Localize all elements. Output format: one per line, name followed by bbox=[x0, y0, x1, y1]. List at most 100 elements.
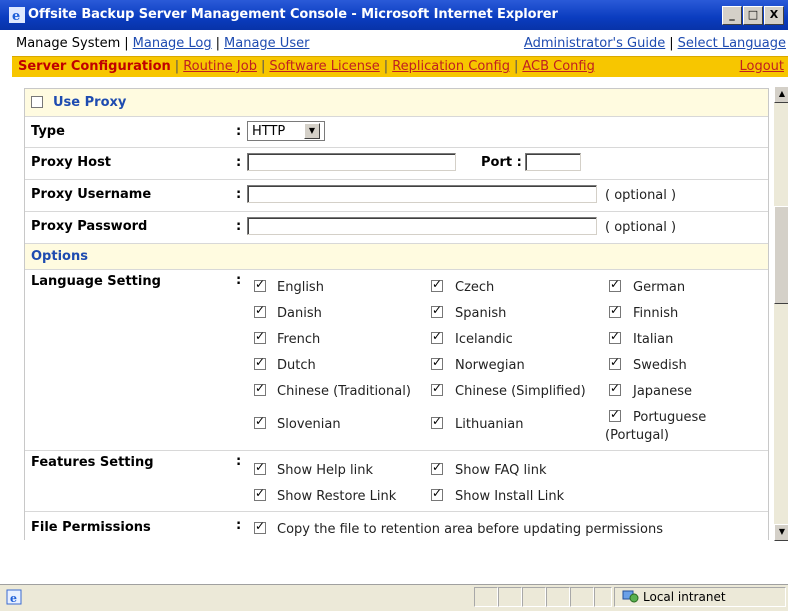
checkbox-czech[interactable] bbox=[431, 277, 443, 292]
optional-hint: ( optional ) bbox=[605, 188, 677, 203]
label-slovenian: Slovenian bbox=[277, 417, 341, 432]
svg-text:e: e bbox=[12, 9, 20, 23]
type-row: Type : HTTP ▼ bbox=[25, 117, 768, 148]
intranet-icon bbox=[622, 590, 639, 603]
status-segment bbox=[474, 587, 498, 607]
tab-software-license[interactable]: Software License bbox=[269, 59, 379, 74]
language-setting-row: Language Setting : English Czech German … bbox=[25, 270, 768, 451]
vertical-scrollbar[interactable]: ▲ ▼ bbox=[774, 86, 788, 541]
label-chinese-traditional: Chinese (Traditional) bbox=[277, 384, 411, 399]
checkbox-chinese-traditional[interactable] bbox=[254, 381, 266, 396]
proxy-host-label: Proxy Host bbox=[31, 155, 112, 170]
checkbox-german[interactable] bbox=[609, 277, 621, 292]
label-lithuanian: Lithuanian bbox=[455, 417, 524, 432]
scroll-down-icon[interactable]: ▼ bbox=[774, 524, 788, 541]
checkbox-norwegian[interactable] bbox=[431, 355, 443, 370]
checkbox-show-help-link[interactable] bbox=[254, 460, 266, 475]
settings-panel: Use Proxy Type : HTTP ▼ Proxy Host : Por… bbox=[24, 88, 769, 540]
type-select-value: HTTP bbox=[252, 123, 286, 139]
separator: | bbox=[383, 59, 389, 74]
checkbox-icelandic[interactable] bbox=[431, 329, 443, 344]
label-show-restore-link: Show Restore Link bbox=[277, 489, 397, 504]
label-danish: Danish bbox=[277, 306, 322, 321]
top-nav: Manage System | Manage Log | Manage User Adm… bbox=[0, 34, 788, 54]
label-english: English bbox=[277, 280, 324, 295]
checkbox-chinese-simplified[interactable] bbox=[431, 381, 443, 396]
tab-routine-job[interactable]: Routine Job bbox=[183, 59, 257, 74]
checkbox-spanish[interactable] bbox=[431, 303, 443, 318]
svg-text:e: e bbox=[10, 592, 17, 605]
label-show-help-link: Show Help link bbox=[277, 463, 373, 478]
close-button[interactable]: X bbox=[764, 6, 784, 25]
type-select[interactable]: HTTP ▼ bbox=[247, 121, 325, 141]
security-zone-label: Local intranet bbox=[643, 590, 726, 604]
checkbox-french[interactable] bbox=[254, 329, 266, 344]
content-area: Use Proxy Type : HTTP ▼ Proxy Host : Por… bbox=[12, 78, 774, 540]
proxy-host-row: Proxy Host : Port : bbox=[25, 148, 768, 180]
colon: : bbox=[236, 187, 242, 202]
label-show-faq-link: Show FAQ link bbox=[455, 463, 547, 478]
checkbox-copy-retention[interactable] bbox=[254, 519, 266, 534]
label-portuguese: Portuguese bbox=[633, 410, 707, 425]
status-bar: e Local intranet bbox=[0, 584, 788, 611]
ie-logo-icon: e bbox=[9, 7, 25, 23]
nav-manage-log[interactable]: Manage Log bbox=[133, 36, 212, 51]
checkbox-show-restore-link[interactable] bbox=[254, 486, 266, 501]
separator: | bbox=[124, 36, 129, 51]
proxy-password-input[interactable] bbox=[247, 217, 597, 235]
nav-admin-guide[interactable]: Administrator's Guide bbox=[524, 36, 665, 51]
checkbox-slovenian[interactable] bbox=[254, 414, 266, 429]
tab-server-configuration[interactable]: Server Configuration bbox=[18, 59, 171, 74]
nav-manage-user[interactable]: Manage User bbox=[224, 36, 309, 51]
checkbox-danish[interactable] bbox=[254, 303, 266, 318]
separator: | bbox=[260, 59, 266, 74]
features-setting-label: Features Setting bbox=[31, 455, 154, 470]
use-proxy-row: Use Proxy bbox=[25, 89, 768, 117]
checkbox-swedish[interactable] bbox=[609, 355, 621, 370]
status-segment bbox=[522, 587, 546, 607]
label-japanese: Japanese bbox=[633, 384, 693, 399]
options-title: Options bbox=[31, 249, 88, 264]
checkbox-dutch[interactable] bbox=[254, 355, 266, 370]
use-proxy-checkbox[interactable] bbox=[31, 96, 43, 108]
checkbox-japanese[interactable] bbox=[609, 381, 621, 396]
separator: | bbox=[513, 59, 519, 74]
scroll-up-icon[interactable]: ▲ bbox=[774, 86, 788, 103]
tab-replication-config[interactable]: Replication Config bbox=[392, 59, 510, 74]
port-input[interactable] bbox=[525, 153, 581, 171]
proxy-username-label: Proxy Username bbox=[31, 187, 152, 202]
file-permissions-label: File Permissions bbox=[31, 520, 151, 535]
label-norwegian: Norwegian bbox=[455, 358, 525, 373]
colon: : bbox=[236, 273, 242, 288]
checkbox-show-install-link[interactable] bbox=[431, 486, 443, 501]
proxy-host-input[interactable] bbox=[247, 153, 456, 171]
maximize-button[interactable]: □ bbox=[743, 6, 763, 25]
use-proxy-label: Use Proxy bbox=[53, 95, 127, 110]
checkbox-portuguese[interactable] bbox=[609, 407, 621, 422]
checkbox-finnish[interactable] bbox=[609, 303, 621, 318]
nav-manage-system[interactable]: Manage System bbox=[16, 36, 120, 51]
scroll-thumb[interactable] bbox=[774, 206, 788, 304]
minimize-button[interactable]: _ bbox=[722, 6, 742, 25]
chevron-down-icon[interactable]: ▼ bbox=[304, 123, 320, 139]
file-permissions-row: File Permissions : Copy the file to rete… bbox=[25, 512, 768, 540]
colon: : bbox=[236, 124, 242, 139]
colon: : bbox=[236, 219, 242, 234]
proxy-password-label: Proxy Password bbox=[31, 219, 148, 234]
options-header: Options bbox=[25, 244, 768, 270]
window-title: Offsite Backup Server Management Console… bbox=[28, 7, 558, 22]
proxy-username-input[interactable] bbox=[247, 185, 597, 203]
logout-link[interactable]: Logout bbox=[739, 59, 784, 74]
label-german: German bbox=[633, 280, 686, 295]
checkbox-italian[interactable] bbox=[609, 329, 621, 344]
tab-acb-config[interactable]: ACB Config bbox=[522, 59, 595, 74]
colon: : bbox=[236, 155, 242, 170]
checkbox-show-faq-link[interactable] bbox=[431, 460, 443, 475]
status-segment bbox=[546, 587, 570, 607]
checkbox-lithuanian[interactable] bbox=[431, 414, 443, 429]
nav-select-language[interactable]: Select Language bbox=[678, 36, 786, 51]
checkbox-english[interactable] bbox=[254, 277, 266, 292]
label-portuguese-region: (Portugal) bbox=[605, 428, 669, 443]
separator: | bbox=[215, 36, 221, 51]
config-tabs: Server Configuration | Routine Job | Softwar… bbox=[12, 56, 788, 77]
